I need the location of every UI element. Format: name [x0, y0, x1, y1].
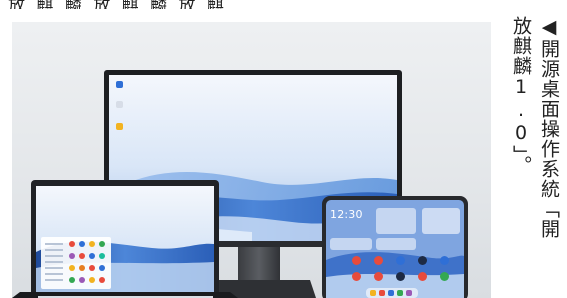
product-photo: 12:30	[12, 22, 491, 298]
app-icon	[69, 253, 75, 259]
app-icon	[396, 272, 405, 281]
app-icon	[396, 256, 405, 265]
app-icon	[418, 272, 427, 281]
app-icon	[352, 256, 361, 265]
app-icon	[89, 277, 95, 283]
app-icon	[99, 277, 105, 283]
app-icon	[69, 265, 75, 271]
tablet-weather-widget	[422, 208, 460, 234]
app-icon	[352, 272, 361, 281]
tablet-clock: 12:30	[330, 208, 363, 221]
monitor-home-icon	[116, 101, 123, 108]
monitor-computer-icon	[116, 81, 123, 88]
app-icon	[99, 265, 105, 271]
tablet-dock	[366, 288, 418, 298]
tablet-home-screen: 12:30	[326, 200, 464, 298]
app-icon	[79, 277, 85, 283]
tablet-widget-center	[376, 208, 416, 234]
app-icon	[89, 241, 95, 247]
dock-app-icon	[406, 290, 412, 296]
monitor-stand-neck	[238, 244, 280, 282]
app-icon	[89, 265, 95, 271]
app-icon	[89, 253, 95, 259]
caption-column-2: 放麒麟1.0」。	[510, 16, 532, 176]
app-icon	[374, 256, 383, 265]
dock-app-icon	[379, 290, 385, 296]
app-icon	[69, 277, 75, 283]
app-icon	[99, 253, 105, 259]
tablet-widget-mid	[376, 238, 416, 250]
app-icon	[440, 256, 449, 265]
app-icon	[418, 256, 427, 265]
app-icon	[440, 272, 449, 281]
app-icon	[79, 265, 85, 271]
laptop-start-menu	[41, 237, 111, 289]
dock-app-icon	[388, 290, 394, 296]
dock-app-icon	[370, 290, 376, 296]
app-icon	[79, 241, 85, 247]
dock-app-icon	[397, 290, 403, 296]
laptop-desktop	[38, 210, 213, 298]
cropped-top-text: 放 麒 麟 放 麒 麟 放 麒	[8, 0, 498, 9]
app-icon	[69, 241, 75, 247]
monitor-folder-icon	[116, 123, 123, 130]
app-icon	[79, 253, 85, 259]
menu-list-lines	[45, 243, 63, 283]
app-icon	[374, 272, 383, 281]
tablet-widget-left	[330, 238, 372, 250]
app-icon	[99, 241, 105, 247]
caption-column-1: ◀開源桌面操作系統「開	[538, 16, 560, 239]
